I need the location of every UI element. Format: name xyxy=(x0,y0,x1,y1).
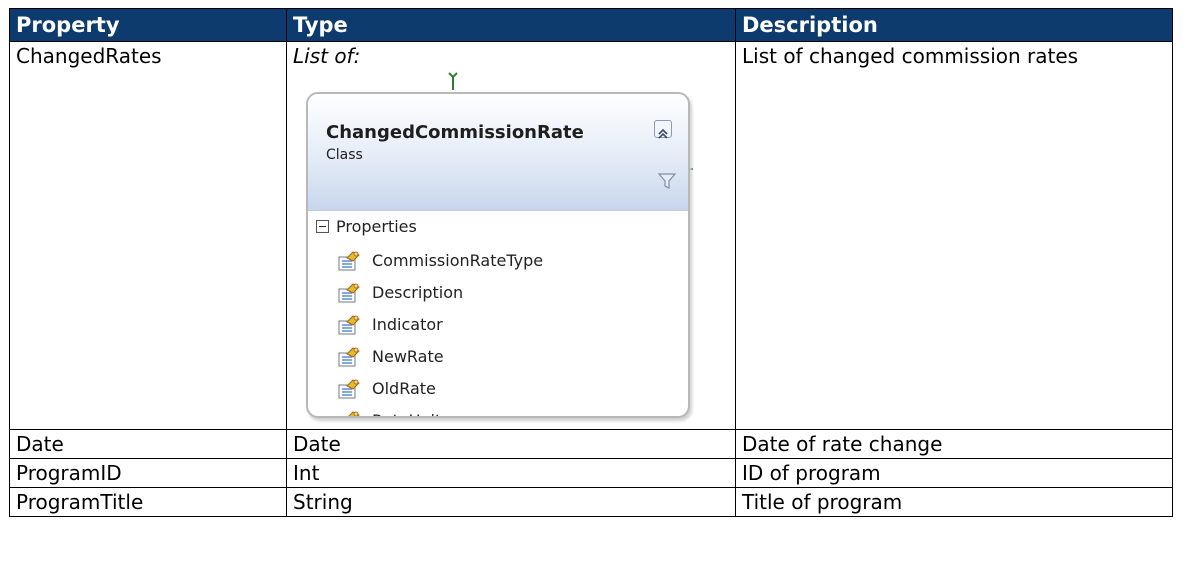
property-label: CommissionRateType xyxy=(372,251,544,270)
property-label: Description xyxy=(372,283,464,302)
table-row: ChangedRates List of: ChangedCommissionR… xyxy=(9,41,1173,430)
property-label: NewRate xyxy=(372,347,444,366)
property-icon xyxy=(338,410,362,416)
property-list: CommissionRateType Description Indicator Ne… xyxy=(308,245,688,416)
properties-section-header[interactable]: Properties xyxy=(308,211,688,243)
table-header-row: Property Type Description xyxy=(9,8,1173,42)
class-diagram: ChangedCommissionRate Class Properties C… xyxy=(293,70,713,420)
table-row: ProgramID Int ID of program xyxy=(9,458,1173,488)
cell-type: Int xyxy=(286,458,736,488)
class-name: ChangedCommissionRate xyxy=(326,122,584,143)
type-list-label: List of: xyxy=(293,44,361,68)
cell-description: Date of rate change xyxy=(735,429,1173,459)
properties-table: Property Type Description ChangedRates L… xyxy=(9,8,1173,517)
class-header: ChangedCommissionRate Class xyxy=(308,94,688,211)
cell-type: Date xyxy=(286,429,736,459)
table-row: Date Date Date of rate change xyxy=(9,429,1173,459)
property-icon xyxy=(338,346,362,368)
cell-property: ChangedRates xyxy=(9,41,287,430)
cell-property: Date xyxy=(9,429,287,459)
table-row: ProgramTitle String Title of program xyxy=(9,487,1173,517)
cell-property: ProgramID xyxy=(9,458,287,488)
cell-type: List of: ChangedCommissionRate Class Pro… xyxy=(286,41,736,430)
class-shape[interactable]: ChangedCommissionRate Class Properties C… xyxy=(306,92,690,418)
property-icon xyxy=(338,314,362,336)
double-chevron-up-icon[interactable] xyxy=(654,120,672,139)
cell-description: Title of program xyxy=(735,487,1173,517)
cell-property: ProgramTitle xyxy=(9,487,287,517)
section-label: Properties xyxy=(336,217,417,236)
filter-icon[interactable] xyxy=(658,172,676,190)
property-icon xyxy=(338,250,362,272)
property-item[interactable]: RateUnit xyxy=(308,405,688,416)
association-connector-top xyxy=(448,72,458,90)
collapse-minus-icon[interactable] xyxy=(316,220,329,233)
property-item[interactable]: Indicator xyxy=(308,309,688,341)
cell-description: List of changed commission rates xyxy=(735,41,1173,430)
header-property: Property xyxy=(9,8,287,42)
property-item[interactable]: NewRate xyxy=(308,341,688,373)
header-type: Type xyxy=(286,8,736,42)
cell-description: ID of program xyxy=(735,458,1173,488)
property-item[interactable]: CommissionRateType xyxy=(308,245,688,277)
property-icon xyxy=(338,282,362,304)
property-label: OldRate xyxy=(372,379,436,398)
cell-type: String xyxy=(286,487,736,517)
property-label: RateUnit xyxy=(372,411,441,416)
property-item[interactable]: Description xyxy=(308,277,688,309)
property-item[interactable]: OldRate xyxy=(308,373,688,405)
property-label: Indicator xyxy=(372,315,443,334)
property-icon xyxy=(338,378,362,400)
header-description: Description xyxy=(735,8,1173,42)
class-kind: Class xyxy=(326,147,363,163)
